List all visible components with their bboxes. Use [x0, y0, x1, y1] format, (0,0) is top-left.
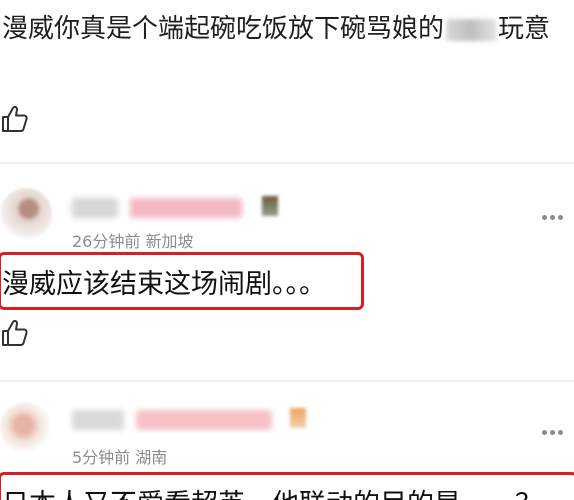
level-badge-icon [262, 196, 278, 216]
comment-item: 5分钟前 湖南 日本人又不爱看超英，他联动的目的是……？ [0, 382, 574, 500]
comment-meta: 5分钟前 湖南 [72, 448, 168, 467]
more-dots-icon[interactable] [542, 430, 564, 436]
thumbs-up-icon[interactable] [0, 318, 28, 348]
thumbs-up-icon[interactable] [0, 104, 28, 134]
comment-meta: 26分钟前 新加坡 [72, 232, 194, 251]
comment-text: 漫威应该结束这场闹剧。。。 [2, 269, 326, 300]
more-dots-icon[interactable] [542, 215, 564, 221]
comment-feed: 漫威你真是个端起碗吃饭放下碗骂娘的 玩意 26分钟前 新加坡 漫威应该结束这场闹剧… [0, 0, 574, 500]
top-comment-text: 漫威你真是个端起碗吃饭放下碗骂娘的 玩意 [2, 6, 562, 52]
comment-text: 日本人又不爱看超英，他联动的目的是……？ [2, 482, 542, 500]
top-comment: 漫威你真是个端起碗吃饭放下碗骂娘的 玩意 [0, 0, 574, 160]
username-blurred[interactable] [72, 198, 118, 218]
censored-word [446, 18, 497, 41]
comment-item: 26分钟前 新加坡 漫威应该结束这场闹剧。。。 [0, 162, 574, 380]
top-comment-text-part1: 漫威你真是个端起碗吃饭放下碗骂娘的 [2, 14, 445, 44]
level-badge-icon [290, 408, 306, 428]
avatar[interactable] [0, 402, 52, 454]
top-comment-text-part2: 玩意 [498, 14, 551, 44]
username-blurred-2 [136, 410, 272, 430]
username-blurred-2 [130, 198, 242, 218]
username-blurred[interactable] [72, 410, 124, 430]
avatar[interactable] [0, 188, 52, 240]
